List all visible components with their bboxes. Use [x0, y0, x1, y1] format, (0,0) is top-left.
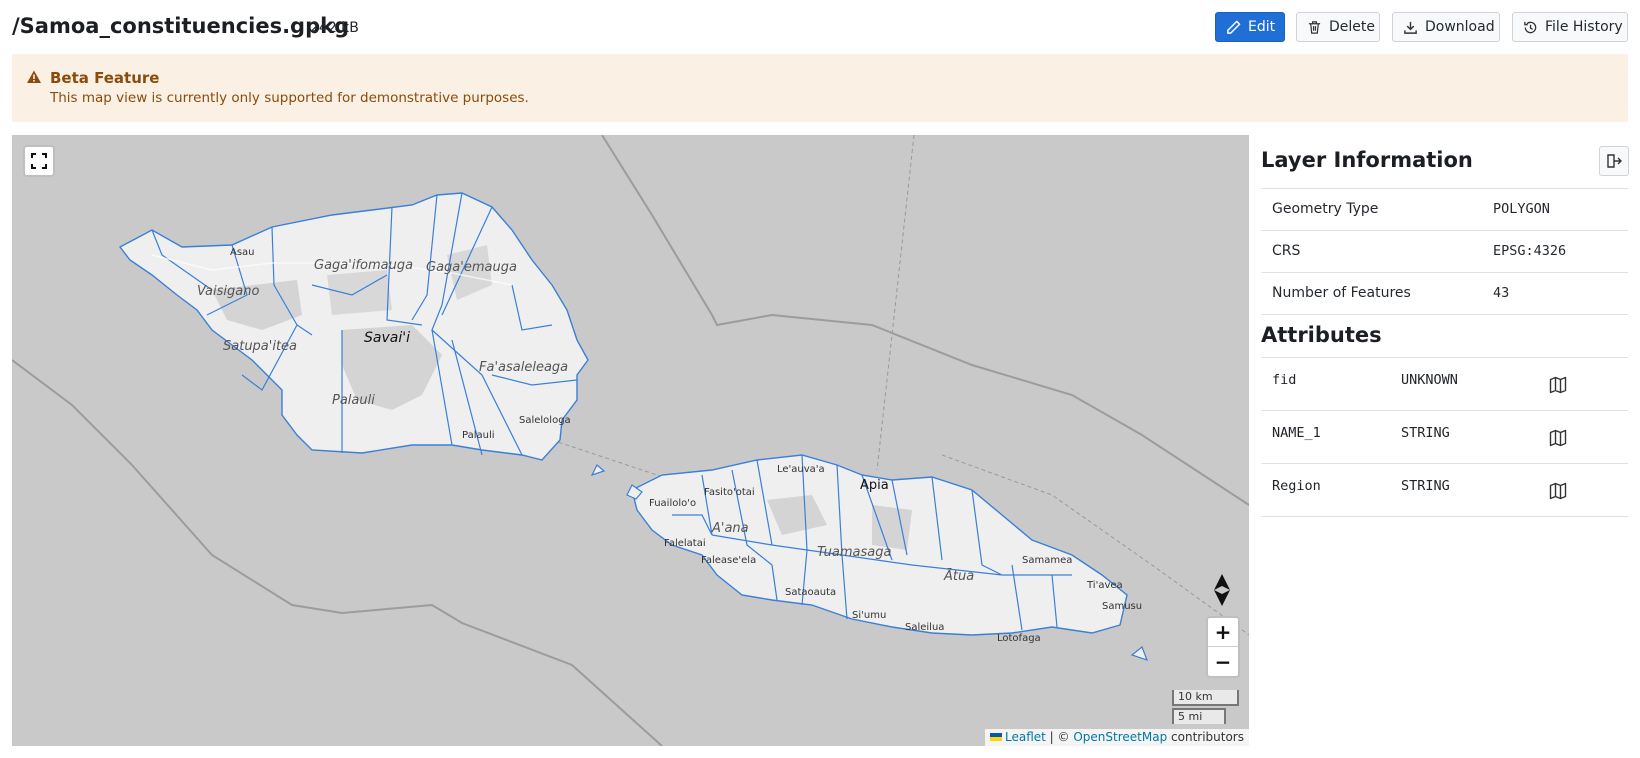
fullscreen-icon — [31, 153, 47, 169]
file-history-button[interactable]: File History — [1512, 12, 1628, 42]
history-icon — [1524, 21, 1537, 33]
zoom-control: + − — [1206, 616, 1240, 678]
divider — [1261, 516, 1628, 517]
file-title: /Samoa_constituencies.gpkg — [12, 14, 350, 38]
map-label-falelatai: Falelatai — [664, 538, 706, 549]
map-attribution: Leaflet | © OpenStreetMap contributors — [985, 729, 1249, 746]
attribution-separator: | © — [1045, 730, 1074, 744]
attribute-type: UNKNOWN — [1401, 372, 1458, 388]
attributes-title: Attributes — [1261, 323, 1382, 347]
map-label-gagaemauga: Gaga'emauga — [426, 260, 517, 275]
layer-info-key: Number of Features — [1272, 285, 1411, 301]
ukraine-flag-icon — [990, 733, 1002, 741]
download-icon — [1404, 21, 1417, 34]
pencil-icon — [1227, 20, 1241, 34]
attribute-row: Region STRING — [1261, 463, 1628, 516]
file-history-button-label: File History — [1545, 19, 1623, 35]
delete-button[interactable]: Delete — [1296, 12, 1380, 42]
leaflet-link[interactable]: Leaflet — [1005, 730, 1046, 744]
layer-info-key: CRS — [1272, 243, 1301, 259]
map-label-savaii: Savai'i — [364, 330, 410, 346]
attribution-suffix: contributors — [1167, 730, 1244, 744]
map-label-leauvaa: Le'auva'a — [777, 464, 825, 475]
attribute-type: STRING — [1401, 478, 1450, 494]
layer-sidebar: Layer Information Geometry Type POLYGON … — [1261, 135, 1629, 746]
fullscreen-button[interactable] — [23, 145, 55, 177]
edit-button-label: Edit — [1248, 19, 1276, 35]
map-label-gagaifomauga: Gaga'ifomauga — [314, 258, 414, 273]
map-label-fuailoloo: Fuailolo'o — [649, 498, 697, 509]
map-label-samamea: Samamea — [1022, 555, 1073, 566]
collapse-sidebar-button[interactable] — [1599, 146, 1629, 176]
scale-bar-mi: 5 mi — [1172, 708, 1226, 724]
map-label-asau: Asau — [230, 247, 255, 258]
map-label-satupaitea: Satupa'itea — [223, 339, 298, 354]
map-label-faasaleleaga: Fa'asaleleaga — [479, 360, 569, 375]
map-label-palauli-region: Palauli — [332, 393, 375, 408]
map-label-faleaseela: Falease'ela — [701, 555, 757, 566]
map-label-salelua: Saleilua — [905, 622, 945, 633]
map-label-samusu: Samusu — [1102, 601, 1143, 612]
map-icon[interactable] — [1549, 376, 1567, 394]
layer-info-row: Number of Features 43 — [1261, 272, 1628, 314]
map-label-travea: Ti'avea — [1087, 580, 1123, 591]
attribute-row: NAME_1 STRING — [1261, 410, 1628, 463]
download-button[interactable]: Download — [1392, 12, 1500, 42]
attribute-name: Region — [1272, 478, 1321, 494]
openstreetmap-link[interactable]: OpenStreetMap — [1073, 730, 1167, 744]
edit-button[interactable]: Edit — [1215, 12, 1285, 42]
collapse-panel-icon — [1607, 154, 1622, 168]
map-label-salelologa: Salelologa — [519, 415, 571, 426]
savaii-island — [118, 192, 589, 461]
layer-info-value: POLYGON — [1493, 201, 1550, 217]
layer-info-row: Geometry Type POLYGON — [1261, 188, 1628, 230]
layer-info-row: CRS EPSG:4326 — [1261, 230, 1628, 272]
map-label-fasitootai: Fasito'otai — [704, 487, 755, 498]
map-label-atua: Ātua — [944, 569, 975, 584]
map-view[interactable]: Asau Vaisigano Gaga'ifomauga Gaga'emauga… — [12, 135, 1249, 746]
basemap — [12, 135, 1249, 746]
layer-info-value: 43 — [1493, 285, 1510, 301]
map-label-lotofaga: Lotofaga — [997, 633, 1041, 644]
zoom-out-button[interactable]: − — [1208, 647, 1238, 676]
map-label-tuamasaga: Tuamasaga — [817, 545, 892, 560]
map-label-vaisigano: Vaisigano — [197, 284, 260, 299]
layer-info-key: Geometry Type — [1272, 201, 1379, 217]
layer-info-value: EPSG:4326 — [1493, 243, 1567, 259]
attribute-row: fid UNKNOWN — [1261, 357, 1628, 410]
divider — [1261, 314, 1628, 315]
map-icon[interactable] — [1549, 429, 1567, 447]
trash-icon — [1308, 20, 1321, 34]
map-label-sataoauta: Sataoauta — [785, 587, 837, 598]
banner-title: Beta Feature — [50, 69, 160, 87]
layer-information-title: Layer Information — [1261, 148, 1473, 172]
attribute-name: fid — [1272, 372, 1297, 388]
download-button-label: Download — [1425, 19, 1495, 35]
file-header: /Samoa_constituencies.gpkg 242 kB Edit D… — [12, 0, 1628, 54]
warning-icon — [27, 70, 41, 83]
map-label-aana: A'ana — [712, 521, 749, 536]
map-label-siumu: Si'umu — [852, 610, 887, 621]
north-arrow-icon — [1214, 574, 1230, 606]
map-icon[interactable] — [1549, 482, 1567, 500]
scale-bar-km: 10 km — [1172, 690, 1239, 706]
map-label-palauli-town: Palauli — [462, 430, 495, 441]
map-label-apia: Apia — [860, 478, 889, 493]
attribute-type: STRING — [1401, 425, 1450, 441]
attribute-name: NAME_1 — [1272, 425, 1321, 441]
beta-banner: Beta Feature This map view is currently … — [12, 54, 1628, 122]
zoom-in-button[interactable]: + — [1208, 618, 1238, 647]
banner-text: This map view is currently only supporte… — [50, 90, 529, 106]
delete-button-label: Delete — [1329, 19, 1375, 35]
file-size: 242 kB — [310, 20, 359, 36]
